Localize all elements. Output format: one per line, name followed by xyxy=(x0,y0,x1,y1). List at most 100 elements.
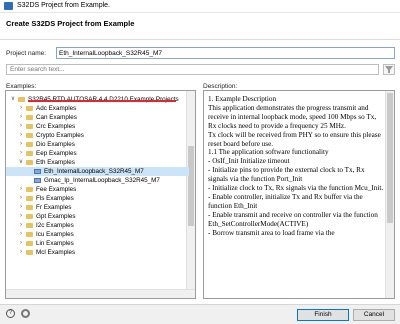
tree-item-folder[interactable]: › Icu Examples xyxy=(6,230,189,239)
chevron-down-icon[interactable]: ∨ xyxy=(10,95,16,104)
description-line: - OsIf_Init Initialize timeout xyxy=(208,157,290,166)
description-line: - Borrow transmit area to load frame via… xyxy=(208,228,335,237)
tree-item-project[interactable]: Gmac_Ip_InternalLoopback_S32R45_M7 xyxy=(6,176,189,185)
description-panel: 1. Example Description This application d… xyxy=(203,90,395,299)
chevron-down-icon[interactable]: ∨ xyxy=(18,158,24,167)
folder-icon xyxy=(18,97,25,102)
folder-icon xyxy=(26,232,33,237)
chevron-right-icon[interactable]: › xyxy=(18,194,24,203)
description-line: - Enable controller, initialize Tx and R… xyxy=(208,192,363,210)
dialog-header: Create S32DS Project from Example xyxy=(0,13,400,40)
chevron-right-icon[interactable]: › xyxy=(18,185,24,194)
app-icon xyxy=(4,2,13,10)
cancel-button[interactable]: Cancel xyxy=(353,309,395,321)
tree-item-label: Eep Examples xyxy=(36,150,77,157)
tree-item-label: Eth_InternalLoopback_S32R45_M7 xyxy=(44,168,144,175)
tree-item-label: Crc Examples xyxy=(36,123,76,130)
chevron-right-icon[interactable]: › xyxy=(18,221,24,230)
tree-item-label: Eth Examples xyxy=(36,159,75,166)
tree-item-label: Fr Examples xyxy=(36,204,72,211)
folder-icon xyxy=(26,160,33,165)
gear-icon[interactable] xyxy=(21,309,30,318)
folder-icon xyxy=(26,187,33,192)
tree-item-label: Fls Examples xyxy=(36,195,74,202)
description-line: 1. Example Description xyxy=(208,95,277,103)
project-name-label: Project name: xyxy=(6,50,47,57)
chevron-right-icon[interactable]: › xyxy=(18,113,24,122)
highlight-underline xyxy=(28,100,176,102)
tree-item-folder[interactable]: › Can Examples xyxy=(6,113,189,122)
chevron-right-icon[interactable]: › xyxy=(18,104,24,113)
description-line: This application demonstrates the progre… xyxy=(208,103,377,130)
description-line: - Initialize clock to Tx, Rx signals via… xyxy=(208,184,384,193)
finish-button[interactable]: Finish xyxy=(297,309,349,321)
examples-tree[interactable]: ∨S32R45 RTD AUTOSAR 4.4 D2210 Example Pr… xyxy=(5,90,196,299)
tree-item-folder[interactable]: › I2c Examples xyxy=(6,221,189,230)
tree-item-label: Gpt Examples xyxy=(36,213,76,220)
dialog-title: Create S32DS Project from Example xyxy=(6,19,135,28)
tree-item-folder[interactable]: › Dio Examples xyxy=(6,140,189,149)
chevron-right-icon[interactable]: › xyxy=(18,212,24,221)
tree-item-label: I2c Examples xyxy=(36,222,74,229)
project-icon xyxy=(34,169,41,174)
chevron-right-icon[interactable]: › xyxy=(18,140,24,149)
tree-item-label: Crypto Examples xyxy=(36,132,84,139)
folder-icon xyxy=(26,133,33,138)
tree-item-folder[interactable]: › Fls Examples xyxy=(6,194,189,203)
tree-item-label: Fee Examples xyxy=(36,186,77,193)
folder-icon xyxy=(26,142,33,147)
folder-icon xyxy=(26,106,33,111)
chevron-right-icon[interactable]: › xyxy=(18,239,24,248)
chevron-right-icon[interactable]: › xyxy=(18,248,24,257)
folder-icon xyxy=(26,124,33,129)
tree-item-label: Lin Examples xyxy=(36,240,74,247)
description-line: - Initialize pins to provide the externa… xyxy=(208,166,365,184)
chevron-right-icon[interactable]: › xyxy=(18,149,24,158)
tree-item-label: Can Examples xyxy=(36,114,77,121)
examples-label: Examples: xyxy=(6,83,37,90)
description-text: 1. Example Description This application d… xyxy=(208,95,384,238)
description-scrollbar[interactable] xyxy=(385,91,394,298)
tree-item-folder[interactable]: › Crc Examples xyxy=(6,122,189,131)
tree-item-folder[interactable]: › Fr Examples xyxy=(6,203,189,212)
description-line: 1.1 The application software functionali… xyxy=(208,148,329,157)
chevron-right-icon[interactable]: › xyxy=(18,230,24,239)
chevron-right-icon[interactable]: › xyxy=(18,131,24,140)
help-icon[interactable]: ? xyxy=(6,309,15,318)
description-label: Description: xyxy=(203,83,238,90)
folder-icon xyxy=(26,196,33,201)
filter-icon xyxy=(385,66,393,73)
description-scroll-thumb[interactable] xyxy=(387,93,393,223)
folder-icon xyxy=(26,223,33,228)
chevron-right-icon[interactable]: › xyxy=(18,122,24,131)
folder-icon xyxy=(26,205,33,210)
search-input[interactable] xyxy=(6,64,379,75)
folder-icon xyxy=(26,151,33,156)
project-icon xyxy=(34,178,41,183)
description-line: Tx clock will be received from PHY so to… xyxy=(208,130,381,148)
tree-item-label: Mcl Examples xyxy=(36,249,76,256)
tree-item-folder[interactable]: › Lin Examples xyxy=(6,239,189,248)
tree-item-folder[interactable]: › Gpt Examples xyxy=(6,212,189,221)
tree-item-label: Adc Examples xyxy=(36,105,77,112)
tree-item-folder[interactable]: › Eep Examples xyxy=(6,149,189,158)
tree-item-label: Icu Examples xyxy=(36,231,74,238)
window-titlebar: S32DS Project from Example. xyxy=(0,0,400,13)
chevron-right-icon[interactable]: › xyxy=(18,203,24,212)
tree-item-label: Dio Examples xyxy=(36,141,75,148)
tree-item-folder[interactable]: › Crypto Examples xyxy=(6,131,189,140)
tree-item-folder[interactable]: › Fee Examples xyxy=(6,185,189,194)
tree-item-project[interactable]: Eth_InternalLoopback_S32R45_M7 xyxy=(6,167,189,176)
filter-button[interactable] xyxy=(383,64,395,75)
tree-item-label: Gmac_Ip_InternalLoopback_S32R45_M7 xyxy=(44,177,160,184)
tree-horizontal-scrollbar[interactable] xyxy=(6,289,195,298)
folder-icon xyxy=(26,115,33,120)
tree-item-folder[interactable]: › Adc Examples xyxy=(6,104,189,113)
tree-item-folder[interactable]: › Mcl Examples xyxy=(6,248,189,257)
folder-icon xyxy=(26,214,33,219)
description-line: - Enable transmit and receive on control… xyxy=(208,210,378,228)
project-name-input[interactable] xyxy=(56,47,395,59)
tree-item-folder[interactable]: ∨ Eth Examples xyxy=(6,158,189,167)
window-title: S32DS Project from Example. xyxy=(17,2,110,9)
folder-icon xyxy=(26,250,33,255)
